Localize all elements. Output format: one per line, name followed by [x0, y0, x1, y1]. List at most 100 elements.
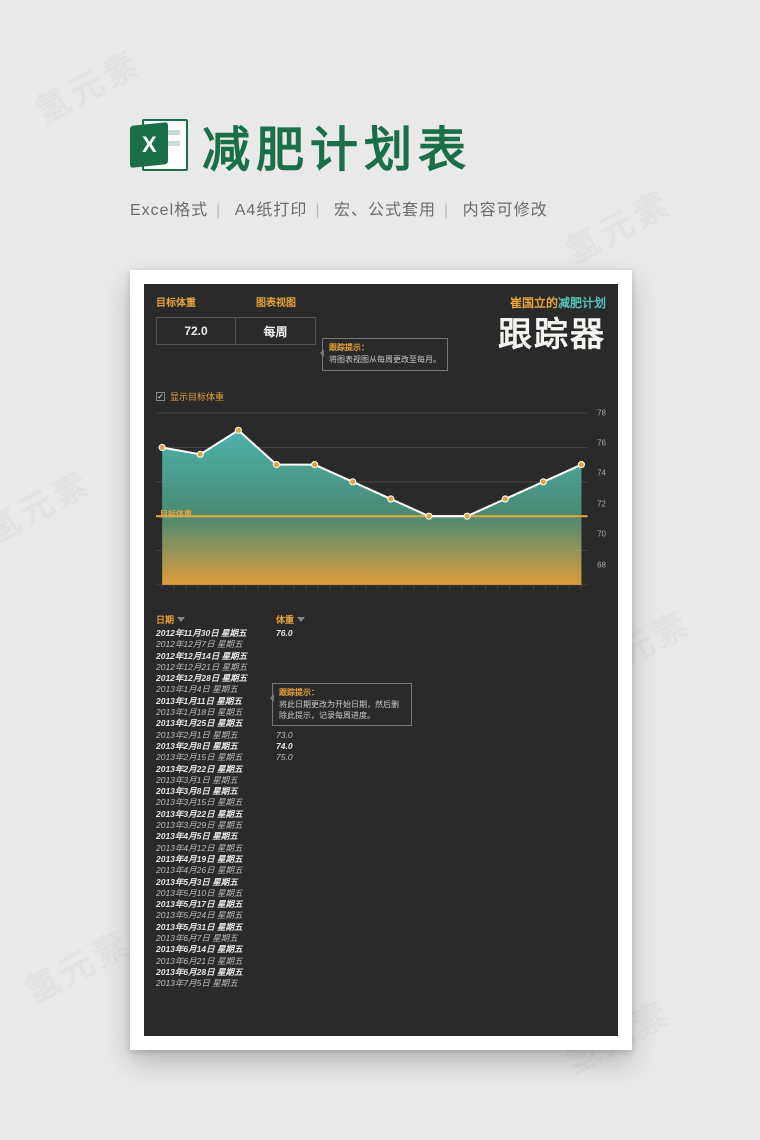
cell-date: 2013年5月17日 星期五: [156, 899, 276, 910]
cell-weight: [276, 933, 316, 944]
data-table: 日期 体重 2012年11月30日 星期五76.02012年12月7日 星期五2…: [156, 613, 606, 990]
cell-weight: [276, 651, 316, 662]
table-row[interactable]: 2013年6月7日 星期五: [156, 933, 606, 944]
col-header-weight-text: 体重: [276, 613, 294, 626]
goal-line-label: 目标体重: [160, 508, 192, 519]
cell-weight: 76.0: [276, 628, 316, 639]
table-row[interactable]: 2012年11月30日 星期五76.0: [156, 628, 606, 639]
y-tick: 76: [597, 439, 606, 448]
chart-svg: [156, 409, 606, 603]
table-row[interactable]: 2012年12月21日 星期五: [156, 662, 606, 673]
table-row[interactable]: 2013年5月3日 星期五: [156, 877, 606, 888]
cell-weight: [276, 910, 316, 921]
cell-date: 2013年2月8日 星期五: [156, 741, 276, 752]
meta-item: 内容可修改: [463, 202, 548, 219]
cell-weight: [276, 639, 316, 650]
table-row[interactable]: 2013年2月8日 星期五74.0: [156, 741, 606, 752]
cell-date: 2013年2月1日 星期五: [156, 730, 276, 741]
preview-card: 目标体重 图表视图 崔国立的减肥计划 72.0 每周 跟踪器 跟踪提示： 将图表…: [130, 270, 632, 1050]
table-row[interactable]: 2013年2月1日 星期五73.0: [156, 730, 606, 741]
watermark: 氢元素: [555, 176, 679, 273]
col-header-weight[interactable]: 体重: [276, 613, 316, 626]
input-boxes: 72.0 每周: [156, 317, 316, 345]
y-tick: 72: [597, 499, 606, 508]
watermark: 氢元素: [15, 916, 139, 1013]
table-row[interactable]: 2013年5月31日 星期五: [156, 922, 606, 933]
cell-weight: [276, 967, 316, 978]
tooltip-start-date: 跟踪提示： 将此日期更改为开始日期，然后删除此提示，记录每周进度。: [272, 683, 412, 726]
cell-date: 2013年3月29日 星期五: [156, 820, 276, 831]
tooltip-body: 将图表视图从每周更改至每月。: [329, 355, 441, 364]
cell-weight: [276, 978, 316, 989]
table-row[interactable]: 2013年6月21日 星期五: [156, 956, 606, 967]
table-row[interactable]: 2013年3月22日 星期五: [156, 809, 606, 820]
cell-weight: 75.0: [276, 752, 316, 763]
table-row[interactable]: 2013年2月22日 星期五: [156, 764, 606, 775]
cell-weight: [276, 764, 316, 775]
table-row[interactable]: 2013年2月15日 星期五75.0: [156, 752, 606, 763]
cell-weight: [276, 854, 316, 865]
table-row[interactable]: 2013年3月8日 星期五: [156, 786, 606, 797]
table-row[interactable]: 2013年4月19日 星期五: [156, 854, 606, 865]
tooltip-title: 跟踪提示：: [279, 688, 405, 698]
cell-date: 2013年7月5日 星期五: [156, 978, 276, 989]
table-row[interactable]: 2013年3月1日 星期五: [156, 775, 606, 786]
cell-date: 2013年1月18日 星期五: [156, 707, 276, 718]
cell-date: 2012年12月21日 星期五: [156, 662, 276, 673]
table-row[interactable]: 2013年5月17日 星期五: [156, 899, 606, 910]
cell-date: 2013年6月28日 星期五: [156, 967, 276, 978]
table-row[interactable]: 2013年3月29日 星期五: [156, 820, 606, 831]
cell-weight: [276, 956, 316, 967]
cell-date: 2013年1月11日 星期五: [156, 696, 276, 707]
cell-weight: [276, 944, 316, 955]
table-row[interactable]: 2013年4月5日 星期五: [156, 831, 606, 842]
excel-icon-letter: X: [142, 132, 157, 158]
page-header: X 减肥计划表: [130, 110, 472, 180]
sort-icon[interactable]: [177, 617, 185, 622]
cell-weight: [276, 820, 316, 831]
y-tick: 68: [597, 560, 606, 569]
tooltip-chart-view: 跟踪提示： 将图表视图从每周更改至每月。: [322, 338, 448, 371]
y-tick: 70: [597, 530, 606, 539]
label-chart-view: 图表视图: [256, 294, 296, 309]
cell-date: 2013年2月15日 星期五: [156, 752, 276, 763]
table-row[interactable]: 2013年5月10日 星期五: [156, 888, 606, 899]
table-row[interactable]: 2012年12月14日 星期五: [156, 651, 606, 662]
label-target-weight: 目标体重: [156, 294, 196, 309]
watermark: 氢元素: [0, 456, 99, 553]
cell-date: 2012年12月28日 星期五: [156, 673, 276, 684]
cell-date: 2013年1月4日 星期五: [156, 684, 276, 695]
target-weight-input[interactable]: 72.0: [156, 317, 236, 345]
weight-chart: 目标体重 687072747678: [156, 409, 606, 599]
cell-date: 2013年4月12日 星期五: [156, 843, 276, 854]
show-goal-checkbox[interactable]: ✓: [156, 392, 165, 401]
excel-icon: X: [130, 116, 192, 174]
cell-date: 2013年3月22日 星期五: [156, 809, 276, 820]
cell-weight: [276, 775, 316, 786]
meta-item: 宏、公式套用: [334, 202, 436, 219]
cell-weight: [276, 843, 316, 854]
chart-view-select[interactable]: 每周: [236, 317, 316, 345]
y-tick: 78: [597, 408, 606, 417]
cell-date: 2013年1月25日 星期五: [156, 718, 276, 729]
table-row[interactable]: 2012年12月7日 星期五: [156, 639, 606, 650]
table-row[interactable]: 2013年4月12日 星期五: [156, 843, 606, 854]
cell-weight: [276, 809, 316, 820]
table-row[interactable]: 2013年4月26日 星期五: [156, 865, 606, 876]
sort-icon[interactable]: [297, 617, 305, 622]
cell-date: 2012年11月30日 星期五: [156, 628, 276, 639]
cell-date: 2013年3月8日 星期五: [156, 786, 276, 797]
col-header-date[interactable]: 日期: [156, 613, 276, 626]
table-row[interactable]: 2013年6月28日 星期五: [156, 967, 606, 978]
y-axis: 687072747678: [586, 409, 606, 581]
cell-weight: 73.0: [276, 730, 316, 741]
cell-weight: [276, 888, 316, 899]
cell-date: 2013年2月22日 星期五: [156, 764, 276, 775]
table-row[interactable]: 2013年7月5日 星期五: [156, 978, 606, 989]
table-row[interactable]: 2013年3月15日 星期五: [156, 797, 606, 808]
cell-date: 2013年6月7日 星期五: [156, 933, 276, 944]
meta-line: Excel格式| A4纸打印| 宏、公式套用| 内容可修改: [130, 196, 548, 220]
table-row[interactable]: 2013年5月24日 星期五: [156, 910, 606, 921]
table-row[interactable]: 2013年6月14日 星期五: [156, 944, 606, 955]
cell-weight: [276, 922, 316, 933]
